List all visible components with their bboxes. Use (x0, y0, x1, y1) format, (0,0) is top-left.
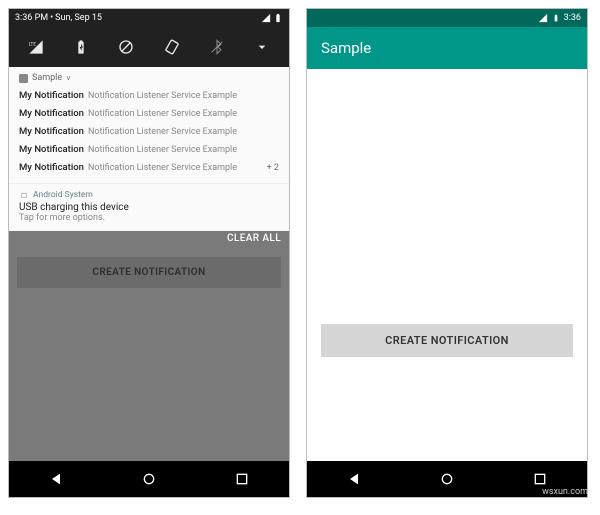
status-bar: 3:36 (307, 9, 587, 27)
status-right-icons (261, 13, 283, 23)
back-icon[interactable] (346, 471, 362, 487)
notification-title: My Notification (19, 143, 84, 157)
notification-title: My Notification (19, 89, 84, 103)
status-time: 3:36 PM (15, 13, 48, 23)
app-icon (19, 74, 28, 83)
recents-icon[interactable] (532, 471, 548, 487)
chevron-down-icon[interactable] (253, 38, 271, 56)
back-icon[interactable] (48, 471, 64, 487)
notification-group-header[interactable]: Sample ˅ (9, 71, 289, 87)
create-notification-button[interactable]: CREATE NOTIFICATION (321, 324, 573, 357)
device-right-app-running: 3:36 Sample CREATE NOTIFICATION (306, 8, 588, 498)
status-time: 3:36 (564, 13, 581, 23)
status-sep: • (50, 13, 53, 23)
notification-row[interactable]: My Notification Notification Listener Se… (9, 123, 289, 141)
create-notification-button[interactable]: CREATE NOTIFICATION (17, 257, 280, 288)
battery-icon (552, 13, 560, 23)
notification-title: My Notification (19, 125, 84, 139)
notification-app-name: Sample (32, 73, 62, 83)
status-date: Sun, Sep 15 (55, 13, 102, 23)
chevron-down-icon: ˅ (66, 74, 71, 83)
notification-row[interactable]: My Notification Notification Listener Se… (9, 105, 289, 123)
notification-row[interactable]: My Notification Notification Listener Se… (9, 87, 289, 105)
app-bar: Sample (307, 27, 587, 69)
system-notif-subtitle: Tap for more options. (19, 213, 279, 223)
system-notif-title: USB charging this device (19, 202, 279, 213)
signal-icon (261, 13, 271, 23)
notification-text: Notification Listener Service Example (88, 107, 237, 121)
nav-bar (9, 461, 289, 497)
recents-icon[interactable] (234, 471, 250, 487)
android-icon (19, 190, 29, 200)
notification-text: Notification Listener Service Example (88, 161, 237, 175)
bluetooth-off-icon[interactable] (208, 38, 226, 56)
signal-lte-icon[interactable]: LTE (27, 38, 45, 56)
autorotate-icon[interactable] (163, 38, 181, 56)
notification-row[interactable]: My Notification Notification Listener Se… (9, 141, 289, 159)
notification-text: Notification Listener Service Example (88, 125, 237, 139)
notification-shade: Sample ˅ My Notification Notification Li… (9, 67, 289, 231)
notification-more-count: + 2 (267, 161, 279, 175)
signal-icon (538, 13, 548, 23)
notification-text: Notification Listener Service Example (88, 143, 237, 157)
notification-row[interactable]: My Notification Notification Listener Se… (9, 159, 289, 177)
app-title: Sample (321, 39, 371, 57)
clear-all-button[interactable]: CLEAR ALL (227, 233, 281, 244)
notification-text: Notification Listener Service Example (88, 89, 237, 103)
home-icon[interactable] (439, 471, 455, 487)
home-icon[interactable] (141, 471, 157, 487)
notification-title: My Notification (19, 161, 84, 175)
system-source: Android System (33, 190, 93, 200)
notification-title: My Notification (19, 107, 84, 121)
status-bar: 3:36 PM • Sun, Sep 15 (9, 9, 289, 27)
dnd-off-icon[interactable] (117, 38, 135, 56)
svg-text:LTE: LTE (28, 42, 36, 48)
quick-settings-panel: LTE (9, 27, 289, 67)
battery-icon (273, 13, 283, 23)
battery-charging-icon[interactable] (72, 38, 90, 56)
app-body: CREATE NOTIFICATION (307, 69, 587, 461)
system-notification[interactable]: Android System USB charging this device … (9, 183, 289, 231)
watermark: wsxun.com (542, 487, 588, 497)
background-scrim: CLEAR ALL CREATE NOTIFICATION (9, 231, 289, 461)
device-left-notification-shade: 3:36 PM • Sun, Sep 15 LTE Sample ˅ My No… (8, 8, 290, 498)
